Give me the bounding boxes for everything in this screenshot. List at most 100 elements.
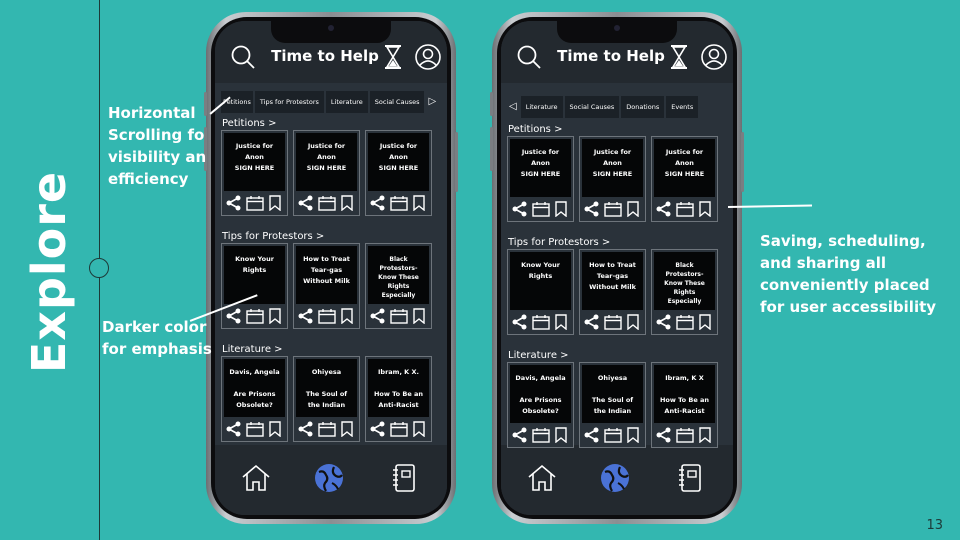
content-card[interactable]: Justice for Anon SIGN HERE <box>221 130 288 216</box>
calendar-icon[interactable] <box>389 308 408 324</box>
notebook-icon[interactable] <box>673 461 707 495</box>
section-heading[interactable]: Petitions > <box>222 118 276 129</box>
calendar-icon[interactable] <box>317 195 336 211</box>
section-heading[interactable]: Tips for Protestors > <box>222 231 324 242</box>
card-title[interactable]: Justice for Anon SIGN HERE <box>296 133 357 191</box>
card-title[interactable]: Justice for Anon SIGN HERE <box>654 139 715 197</box>
section-heading[interactable]: Literature > <box>508 350 569 361</box>
calendar-icon[interactable] <box>245 308 264 324</box>
content-card[interactable]: Davis, Angela Are Prisons Obsolete? <box>221 356 288 442</box>
bookmark-icon[interactable] <box>266 421 284 437</box>
share-icon[interactable] <box>655 427 673 443</box>
calendar-icon[interactable] <box>603 427 622 443</box>
tab-donations[interactable]: Donations <box>621 96 665 118</box>
bookmark-icon[interactable] <box>552 314 570 330</box>
share-icon[interactable] <box>297 421 315 437</box>
calendar-icon[interactable] <box>245 421 264 437</box>
content-card[interactable]: Ibram, K X How To Be an Anti-Racist <box>651 362 718 448</box>
card-title[interactable]: Justice for Anon SIGN HERE <box>368 133 429 191</box>
bookmark-icon[interactable] <box>624 314 642 330</box>
calendar-icon[interactable] <box>317 421 336 437</box>
content-card[interactable]: Davis, Angela Are Prisons Obsolete? <box>507 362 574 448</box>
content-card[interactable]: Justice for Anon SIGN HERE <box>579 136 646 222</box>
home-icon[interactable] <box>525 461 559 495</box>
tab-literature[interactable]: Literature <box>520 96 563 118</box>
card-title[interactable]: Davis, Angela Are Prisons Obsolete? <box>224 359 285 417</box>
scroll-left-arrow-icon[interactable]: ◁ <box>507 96 519 118</box>
content-card[interactable]: Justice for Anon SIGN HERE <box>507 136 574 222</box>
globe-icon[interactable] <box>598 461 632 495</box>
section-heading[interactable]: Tips for Protestors > <box>508 237 610 248</box>
bookmark-icon[interactable] <box>696 201 714 217</box>
scroll-right-arrow-icon[interactable]: ▷ <box>426 91 438 113</box>
card-title[interactable]: Black Protestors- Know These Rights Espe… <box>654 252 715 310</box>
share-icon[interactable] <box>297 195 315 211</box>
card-title[interactable]: Ohiyesa The Soul of the Indian <box>296 359 357 417</box>
calendar-icon[interactable] <box>531 314 550 330</box>
calendar-icon[interactable] <box>245 195 264 211</box>
card-title[interactable]: How to Treat Tear-gas Without Milk <box>296 246 357 304</box>
calendar-icon[interactable] <box>675 314 694 330</box>
bookmark-icon[interactable] <box>410 308 428 324</box>
bookmark-icon[interactable] <box>552 201 570 217</box>
home-icon[interactable] <box>239 461 273 495</box>
card-title[interactable]: Ibram, K X. How To Be an Anti-Racist <box>368 359 429 417</box>
share-icon[interactable] <box>369 195 387 211</box>
bookmark-icon[interactable] <box>338 308 356 324</box>
hourglass-icon[interactable] <box>665 43 693 71</box>
share-icon[interactable] <box>369 421 387 437</box>
bookmark-icon[interactable] <box>266 308 284 324</box>
card-title[interactable]: Justice for Anon SIGN HERE <box>582 139 643 197</box>
tab-petitions[interactable]: Petitions <box>221 91 253 113</box>
bookmark-icon[interactable] <box>338 195 356 211</box>
content-card[interactable]: Know Your Rights <box>221 243 288 329</box>
tab-social-causes[interactable]: Social Causes <box>564 96 620 118</box>
profile-icon[interactable] <box>700 43 728 71</box>
share-icon[interactable] <box>583 201 601 217</box>
bookmark-icon[interactable] <box>338 421 356 437</box>
share-icon[interactable] <box>583 427 601 443</box>
content-card[interactable]: How to Treat Tear-gas Without Milk <box>579 249 646 335</box>
share-icon[interactable] <box>297 308 315 324</box>
content-card[interactable]: How to Treat Tear-gas Without Milk <box>293 243 360 329</box>
calendar-icon[interactable] <box>603 314 622 330</box>
content-card[interactable]: Justice for Anon SIGN HERE <box>651 136 718 222</box>
share-icon[interactable] <box>225 195 243 211</box>
hourglass-icon[interactable] <box>379 43 407 71</box>
calendar-icon[interactable] <box>603 201 622 217</box>
tab-tips-for-protestors[interactable]: Tips for Protestors <box>254 91 324 113</box>
content-card[interactable]: Ohiyesa The Soul of the Indian <box>579 362 646 448</box>
content-card[interactable]: Black Protestors- Know These Rights Espe… <box>365 243 432 329</box>
share-icon[interactable] <box>225 308 243 324</box>
share-icon[interactable] <box>225 421 243 437</box>
card-title[interactable]: Ibram, K X How To Be an Anti-Racist <box>654 365 715 423</box>
share-icon[interactable] <box>511 314 529 330</box>
share-icon[interactable] <box>583 314 601 330</box>
calendar-icon[interactable] <box>389 195 408 211</box>
share-icon[interactable] <box>511 427 529 443</box>
content-card[interactable]: Ibram, K X. How To Be an Anti-Racist <box>365 356 432 442</box>
calendar-icon[interactable] <box>531 427 550 443</box>
card-title[interactable]: How to Treat Tear-gas Without Milk <box>582 252 643 310</box>
globe-icon[interactable] <box>312 461 346 495</box>
calendar-icon[interactable] <box>317 308 336 324</box>
content-card[interactable]: Ohiyesa The Soul of the Indian <box>293 356 360 442</box>
card-title[interactable]: Black Protestors- Know These Rights Espe… <box>368 246 429 304</box>
bookmark-icon[interactable] <box>696 314 714 330</box>
bookmark-icon[interactable] <box>266 195 284 211</box>
share-icon[interactable] <box>655 201 673 217</box>
calendar-icon[interactable] <box>675 427 694 443</box>
bookmark-icon[interactable] <box>624 201 642 217</box>
tab-literature[interactable]: Literature <box>325 91 368 113</box>
bookmark-icon[interactable] <box>410 195 428 211</box>
content-card[interactable]: Know Your Rights <box>507 249 574 335</box>
content-card[interactable]: Justice for Anon SIGN HERE <box>365 130 432 216</box>
bookmark-icon[interactable] <box>696 427 714 443</box>
profile-icon[interactable] <box>414 43 442 71</box>
calendar-icon[interactable] <box>389 421 408 437</box>
bookmark-icon[interactable] <box>624 427 642 443</box>
calendar-icon[interactable] <box>675 201 694 217</box>
share-icon[interactable] <box>369 308 387 324</box>
content-card[interactable]: Justice for Anon SIGN HERE <box>293 130 360 216</box>
card-title[interactable]: Know Your Rights <box>510 252 571 310</box>
